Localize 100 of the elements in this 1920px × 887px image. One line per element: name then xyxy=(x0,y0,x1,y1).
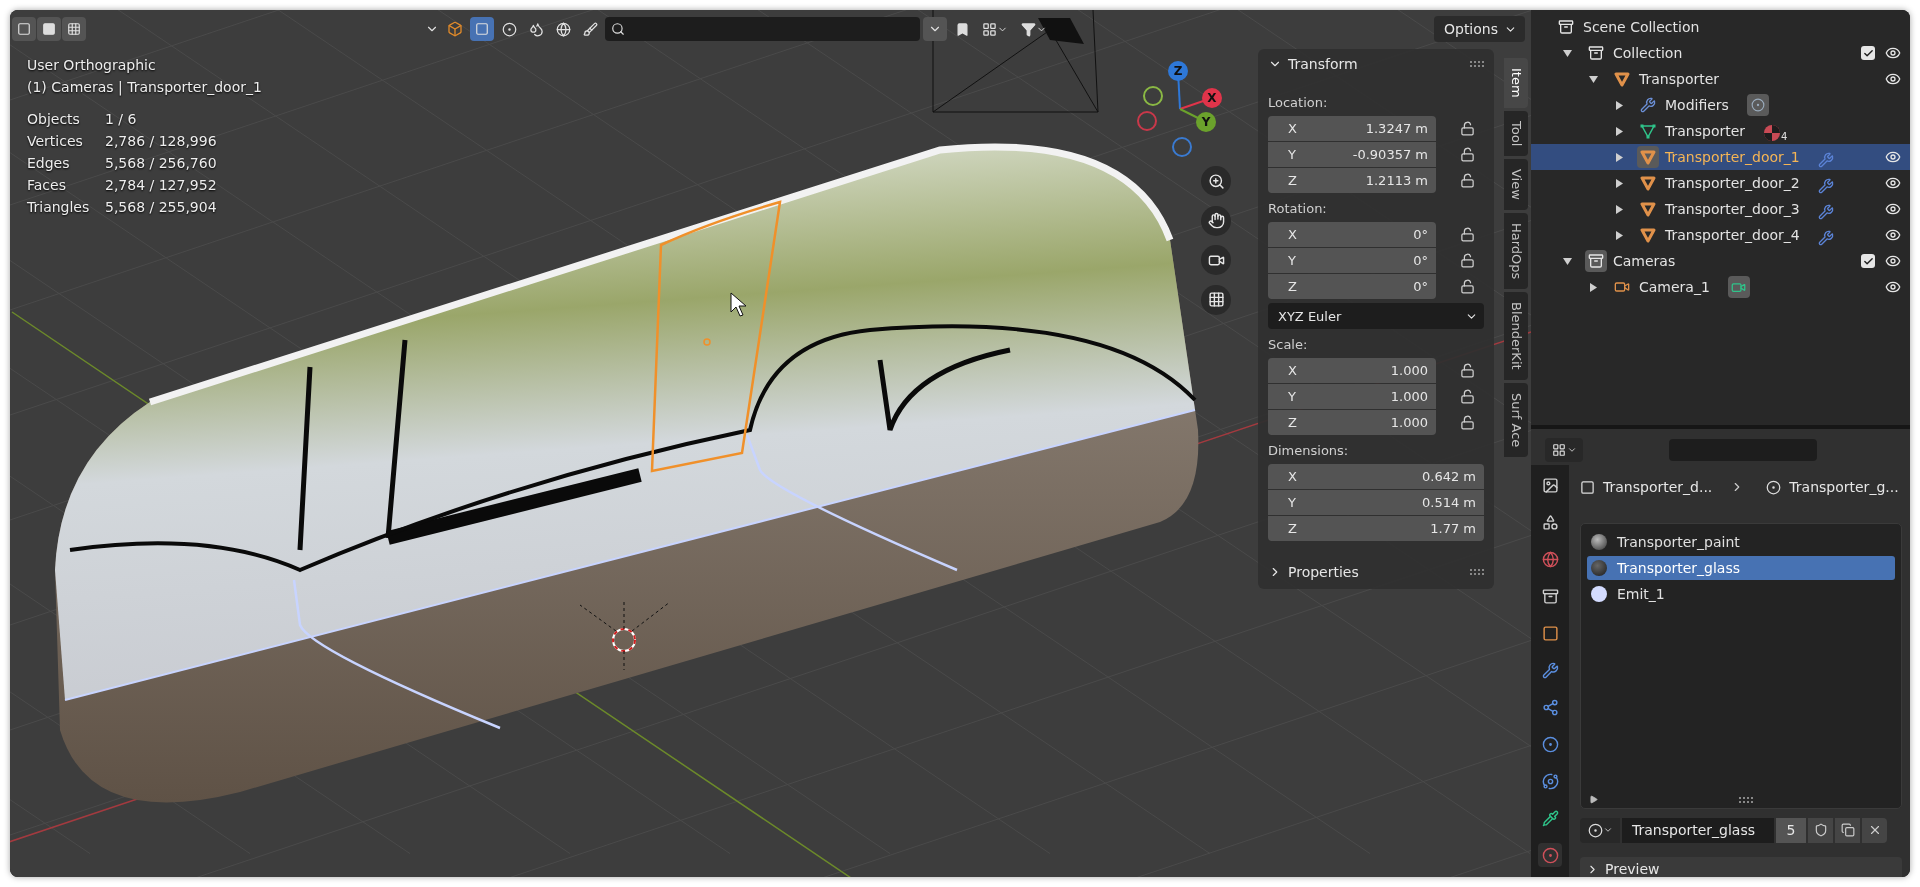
eye-icon[interactable] xyxy=(1885,175,1901,191)
eye-icon[interactable] xyxy=(1885,201,1901,217)
number-field[interactable]: Y -0.90357 m xyxy=(1268,141,1436,167)
material-browse-button[interactable] xyxy=(1580,817,1620,843)
editor-type-button[interactable] xyxy=(1545,438,1583,462)
sidebar-tab[interactable]: Tool xyxy=(1504,110,1528,156)
caret-icon[interactable] xyxy=(923,17,947,41)
unlocked-icon[interactable] xyxy=(1460,252,1475,268)
square-icon[interactable] xyxy=(470,17,494,41)
number-field[interactable]: X 1.000 xyxy=(1268,357,1436,383)
gizmo-axis-ball[interactable]: Y xyxy=(1196,112,1216,132)
grip-icon[interactable] xyxy=(1738,796,1753,803)
outliner-label: Transporter_door_3 xyxy=(1665,201,1800,217)
outliner-row[interactable]: Transporter_door_3 xyxy=(1531,196,1910,222)
outliner-row[interactable]: Transporter 4 xyxy=(1531,118,1910,144)
sphere-icon xyxy=(1587,822,1603,838)
wrench-icon xyxy=(1640,97,1656,113)
panel-header[interactable]: Transform xyxy=(1268,49,1484,79)
copy-icon[interactable] xyxy=(1835,817,1860,843)
outliner-row[interactable]: Transporter_door_1 xyxy=(1531,144,1910,170)
search-field[interactable] xyxy=(605,17,920,41)
user-count-button[interactable]: 5 xyxy=(1776,817,1806,843)
number-field[interactable]: Z 1.77 m xyxy=(1268,515,1484,541)
breadcrumb-item[interactable]: Transporter_d... xyxy=(1603,479,1713,495)
outliner-row[interactable]: Transporter xyxy=(1531,66,1910,92)
camera-data-icon[interactable] xyxy=(1727,276,1750,298)
close-icon[interactable] xyxy=(1862,817,1887,843)
material-preview-icon xyxy=(1591,534,1607,550)
select-mode-icon[interactable] xyxy=(12,17,36,41)
rotation-mode-dropdown[interactable]: XYZ Euler xyxy=(1268,303,1484,329)
material-slot[interactable]: Transporter_paint xyxy=(1587,530,1895,554)
wrench-icon[interactable] xyxy=(1817,230,1834,246)
wrench-icon[interactable] xyxy=(1817,178,1834,194)
select-mode-icon[interactable] xyxy=(37,17,61,41)
unlocked-icon[interactable] xyxy=(1460,226,1475,242)
eye-icon[interactable] xyxy=(1885,45,1901,61)
grip-icon[interactable] xyxy=(1470,569,1484,575)
unlocked-icon[interactable] xyxy=(1460,172,1475,188)
eye-icon[interactable] xyxy=(1885,71,1901,87)
shield-icon[interactable] xyxy=(1808,817,1833,843)
sidebar-tab[interactable]: View xyxy=(1504,158,1528,210)
eye-icon[interactable] xyxy=(1885,279,1901,295)
grid-icon[interactable] xyxy=(1201,284,1231,315)
material-name-field[interactable]: Transporter_glass xyxy=(1622,817,1774,843)
sidebar-tab[interactable]: BlenderKit xyxy=(1504,292,1528,380)
camera-icon[interactable] xyxy=(1201,245,1231,275)
material-tab-icon[interactable] xyxy=(1538,843,1562,867)
gizmo-axis-ball[interactable]: X xyxy=(1202,88,1222,108)
gizmo-axis-handle[interactable] xyxy=(1137,111,1157,131)
eye-icon[interactable] xyxy=(1885,253,1901,269)
unlocked-icon[interactable] xyxy=(1460,278,1475,294)
number-field[interactable]: Z 0° xyxy=(1268,273,1436,299)
outliner-label: Transporter_door_2 xyxy=(1665,175,1800,191)
outliner-label: Camera_1 xyxy=(1639,279,1710,295)
number-field[interactable]: X 0° xyxy=(1268,221,1436,247)
unlocked-icon[interactable] xyxy=(1460,362,1475,378)
material-slot[interactable]: Emit_1 xyxy=(1587,582,1895,606)
outliner-row[interactable]: Collection xyxy=(1531,40,1910,66)
outliner-row[interactable]: Modifiers xyxy=(1531,92,1910,118)
unlocked-icon[interactable] xyxy=(1460,146,1475,162)
checkbox[interactable] xyxy=(1861,46,1875,60)
material-icon[interactable] xyxy=(1763,124,1782,142)
number-field[interactable]: X 0.642 m xyxy=(1268,463,1484,489)
field-group-label: Dimensions: xyxy=(1268,442,1350,460)
outliner-row[interactable]: Cameras xyxy=(1531,248,1910,274)
gizmo-axis-handle[interactable] xyxy=(1143,86,1163,106)
number-field[interactable]: Z 1.2113 m xyxy=(1268,167,1436,193)
grip-icon[interactable] xyxy=(1470,61,1484,67)
origin-dot xyxy=(703,338,711,346)
unlocked-icon[interactable] xyxy=(1460,120,1475,136)
zoom-icon[interactable] xyxy=(1201,166,1231,196)
sidebar-tab[interactable]: Surf Ace xyxy=(1504,382,1528,458)
select-mode-icon[interactable] xyxy=(62,17,86,41)
hand-icon[interactable] xyxy=(1201,205,1231,236)
play-icon[interactable] xyxy=(1589,795,1598,804)
number-field[interactable]: Y 0° xyxy=(1268,247,1436,273)
number-field[interactable]: Y 0.514 m xyxy=(1268,489,1484,515)
collection-icon xyxy=(1588,45,1604,61)
checkbox[interactable] xyxy=(1861,254,1875,268)
panel-header[interactable]: Properties xyxy=(1268,557,1484,587)
outliner-row[interactable]: Transporter_door_2 xyxy=(1531,170,1910,196)
number-field[interactable]: Z 1.000 xyxy=(1268,409,1436,435)
unlocked-icon[interactable] xyxy=(1460,388,1475,404)
eye-icon[interactable] xyxy=(1885,227,1901,243)
sidebar-tab[interactable]: Item xyxy=(1504,58,1528,108)
panel-header[interactable]: Preview xyxy=(1580,857,1902,877)
outliner-row[interactable]: Camera_1 xyxy=(1531,274,1910,300)
outliner-row[interactable]: Transporter_door_4 xyxy=(1531,222,1910,248)
eye-icon[interactable] xyxy=(1885,149,1901,165)
unlocked-icon[interactable] xyxy=(1460,414,1475,430)
number-field[interactable]: Y 1.000 xyxy=(1268,383,1436,409)
breadcrumb-item[interactable]: Transporter_g... xyxy=(1789,479,1899,495)
number-field[interactable]: X 1.3247 m xyxy=(1268,115,1436,141)
wrench-icon[interactable] xyxy=(1817,204,1834,220)
gizmo-axis-handle[interactable] xyxy=(1172,137,1192,157)
options-button[interactable]: Options xyxy=(1433,16,1525,42)
gizmo-axis-ball[interactable]: Z xyxy=(1168,61,1188,81)
sidebar-tab[interactable]: HardOps xyxy=(1504,212,1528,290)
material-slot[interactable]: Transporter_glass xyxy=(1587,556,1895,580)
modifier-badge-icon[interactable] xyxy=(1746,94,1769,116)
